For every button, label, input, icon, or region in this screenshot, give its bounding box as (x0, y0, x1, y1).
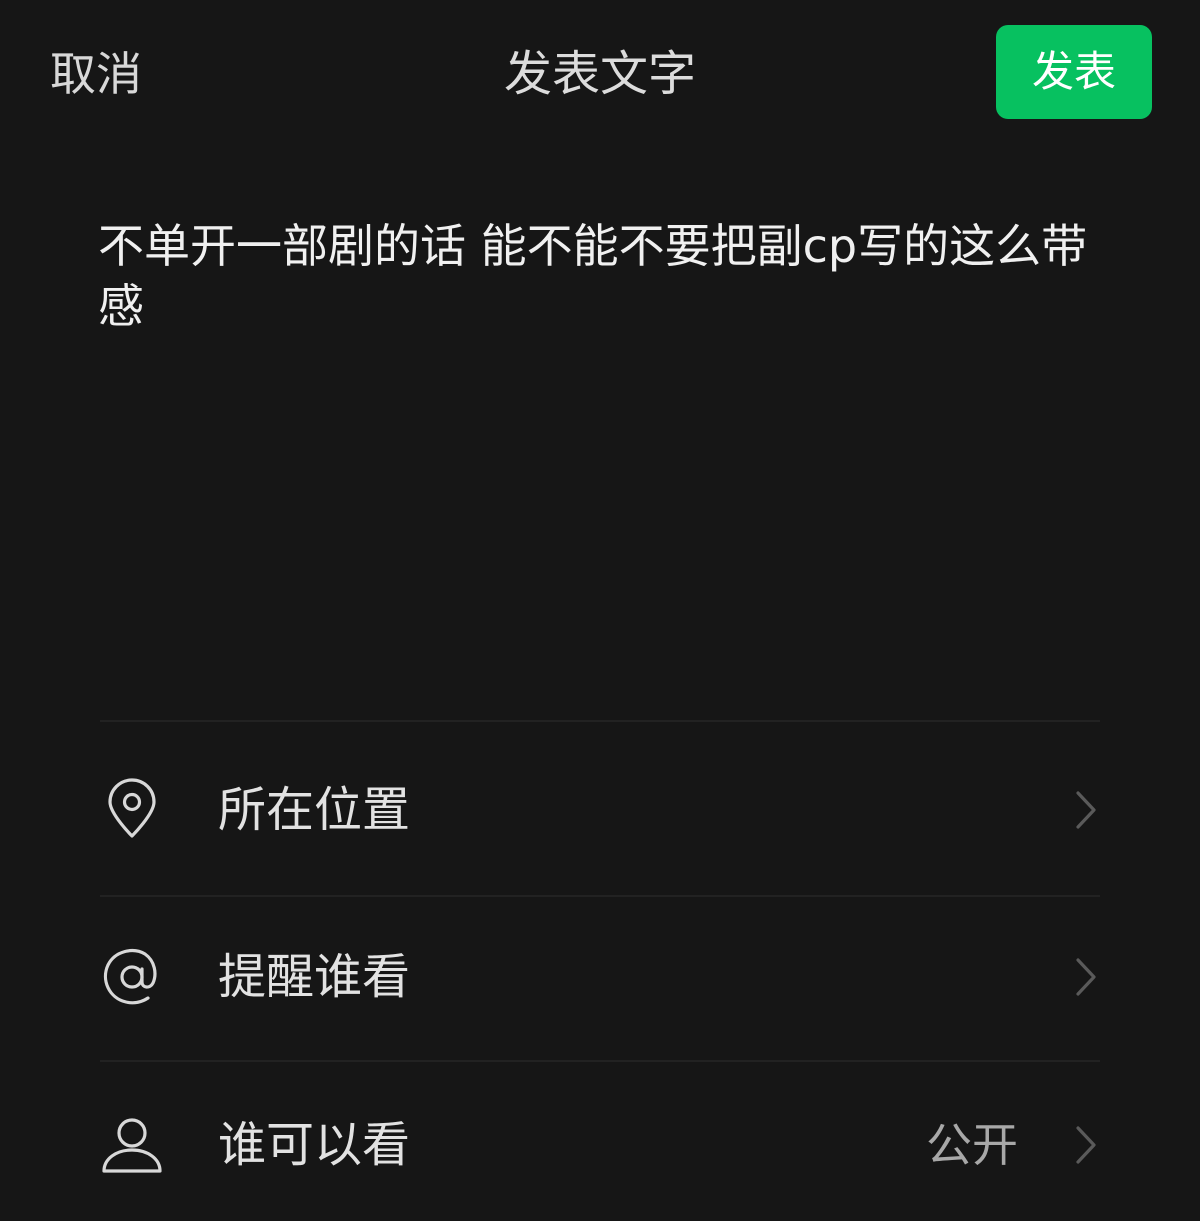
divider (100, 1060, 1100, 1062)
chevron-right-icon (1070, 952, 1100, 1002)
top-bar: 取消 发表文字 发表 (0, 0, 1200, 150)
divider (100, 895, 1100, 897)
chevron-right-icon (1070, 1120, 1100, 1170)
at-sign-icon (100, 945, 164, 1009)
publish-button[interactable]: 发表 (996, 25, 1152, 119)
divider (100, 720, 1100, 722)
option-label-mention: 提醒谁看 (218, 949, 411, 1005)
location-pin-icon (100, 778, 164, 842)
option-location[interactable]: 所在位置 (0, 745, 1200, 875)
option-value-visibility: 公开 (926, 1118, 1018, 1172)
person-icon (100, 1113, 164, 1177)
option-label-visibility: 谁可以看 (218, 1117, 411, 1173)
post-text-input[interactable]: 不单开一部剧的话 能不能不要把副cp写的这么带感 (98, 216, 1108, 336)
cancel-button[interactable]: 取消 (50, 44, 142, 104)
option-mention[interactable]: 提醒谁看 (0, 912, 1200, 1042)
option-label-location: 所在位置 (218, 782, 411, 838)
chevron-right-icon (1070, 785, 1100, 835)
option-visibility[interactable]: 谁可以看 公开 (0, 1080, 1200, 1210)
